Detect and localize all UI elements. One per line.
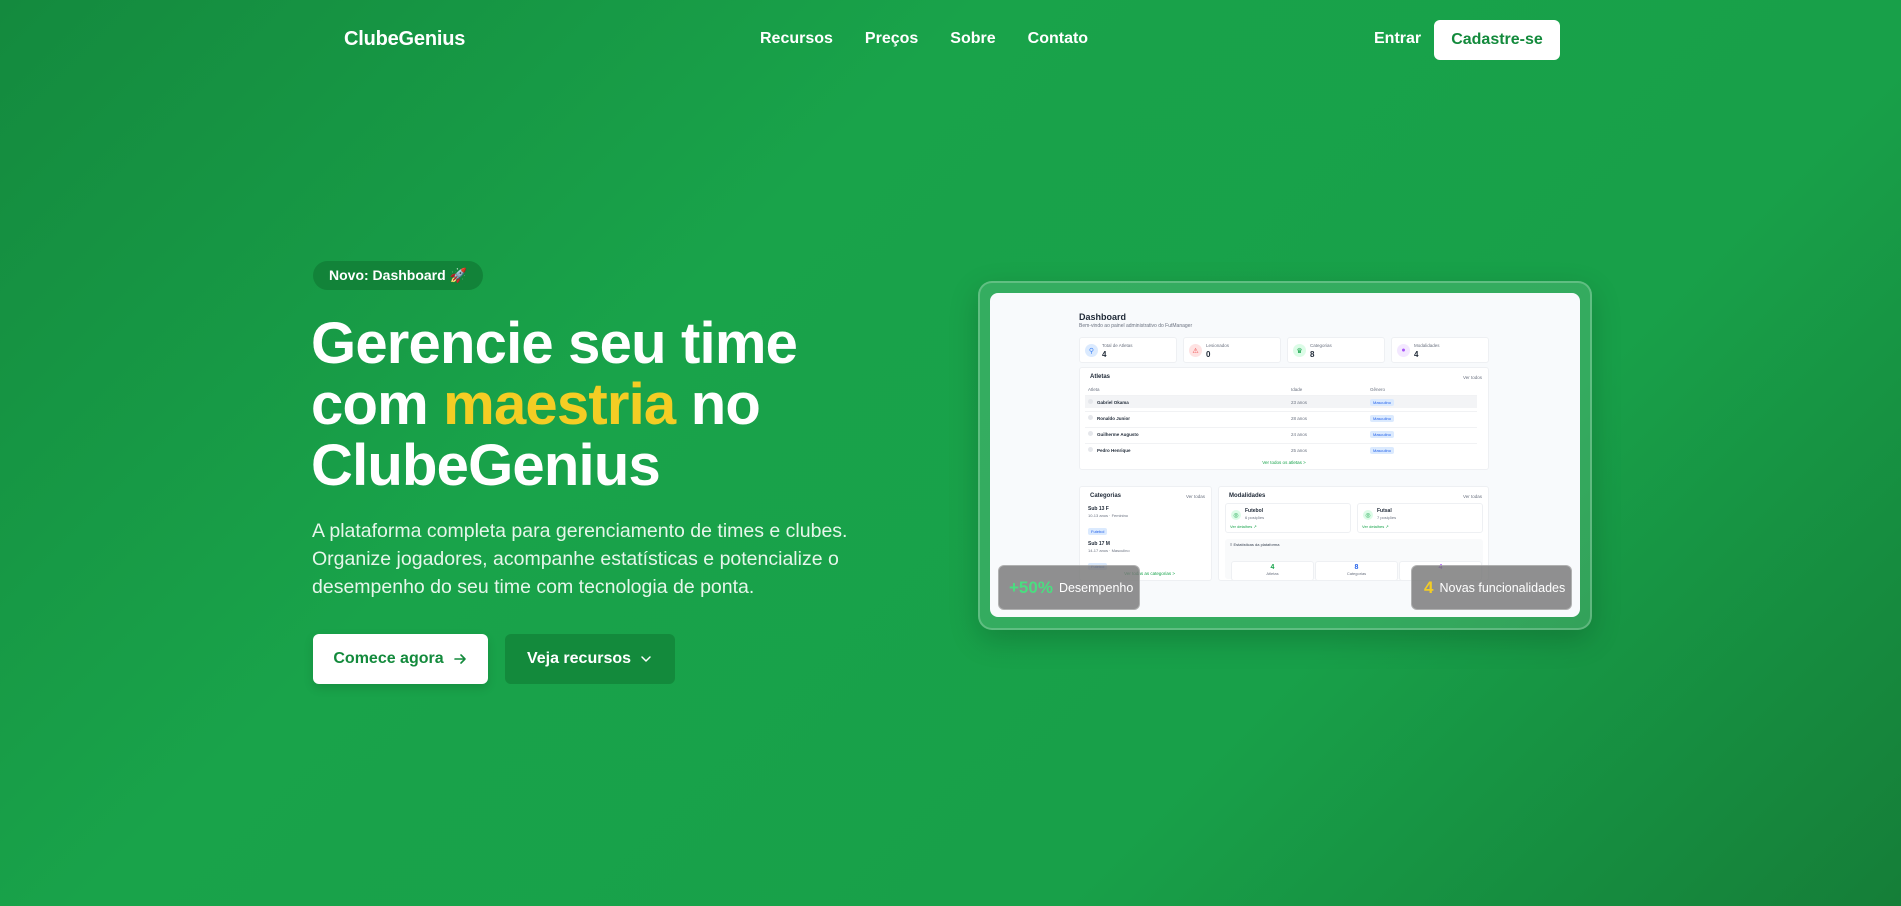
chevron-down-icon — [641, 656, 651, 662]
column-header-athlete: Atleta — [1088, 387, 1100, 392]
table-row[interactable]: Gabriel Okama 23 anos Masculino — [1085, 395, 1477, 408]
modalities-title: Modalidades — [1229, 493, 1266, 499]
signup-button[interactable]: Cadastre-se — [1434, 20, 1560, 60]
avatar — [1088, 431, 1093, 436]
logo[interactable]: ClubeGenius — [344, 28, 465, 51]
ball-icon: ● — [1397, 344, 1410, 357]
modality-card-futebol[interactable]: ◎ Futebol 6 posições Ver detalhes ↗ — [1225, 503, 1351, 533]
badge-label: Novo: Dashboard 🚀 — [329, 267, 467, 283]
stat-value: 4 — [1414, 350, 1419, 359]
athlete-age: 28 anos — [1291, 416, 1308, 421]
hero-headline: Gerencie seu time com maestria no ClubeG… — [311, 313, 871, 496]
user-icon: ⚲ — [1085, 344, 1098, 357]
new-features-value: 4 — [1424, 577, 1434, 597]
table-row[interactable]: Ronaldo Junior 28 anos Masculino — [1085, 411, 1477, 424]
modality-details-link[interactable]: Ver detalhes ↗ — [1230, 524, 1257, 529]
athlete-name: Pedro Henrique — [1097, 448, 1131, 453]
category-tag: Futebol — [1088, 520, 1108, 538]
stat-value: 8 — [1310, 350, 1315, 359]
tag-label: Futebol — [1088, 528, 1108, 535]
headline-accent: maestria — [443, 372, 676, 437]
gender-badge: Masculino — [1370, 447, 1395, 454]
category-name: Sub 17 M — [1088, 541, 1110, 547]
nav-link-precos[interactable]: Preços — [865, 30, 918, 48]
performance-badge: +50% Desempenho — [998, 565, 1140, 610]
modalities-see-all-link[interactable]: Ver todas — [1463, 494, 1482, 499]
categories-title: Categorias — [1090, 493, 1122, 499]
athletes-panel: Atletas Ver todos Atleta Idade Gênero Ga… — [1079, 367, 1489, 470]
hero-subtitle: A plataforma completa para gerenciamento… — [312, 520, 848, 598]
nav-link-recursos[interactable]: Recursos — [760, 30, 833, 48]
modality-name: Futebol — [1245, 508, 1264, 514]
column-header-gender: Gênero — [1370, 387, 1386, 392]
modality-positions: 7 posições — [1377, 515, 1397, 520]
avatar — [1088, 399, 1093, 404]
athlete-age: 24 anos — [1291, 432, 1308, 437]
column-header-age: Idade — [1291, 387, 1303, 392]
ball-icon: ◎ — [1363, 510, 1373, 520]
athletes-see-all-link[interactable]: Ver todos — [1463, 375, 1482, 380]
new-features-badge: 4 Novas funcionalidades — [1411, 565, 1572, 610]
platform-stats-title: ≡ Estatísticas da plataforma — [1230, 542, 1280, 547]
nav-link-contato[interactable]: Contato — [1028, 30, 1088, 48]
avatar — [1088, 447, 1093, 452]
start-now-button[interactable]: Comece agora — [313, 634, 488, 684]
table-row[interactable]: Pedro Henrique 25 anos Masculino — [1085, 443, 1477, 456]
alert-icon: ⚠ — [1189, 344, 1202, 357]
gender-badge: Masculino — [1370, 431, 1395, 438]
stat-card-athletes: ⚲ Total de Atletas 4 — [1079, 337, 1177, 363]
see-features-label: Veja recursos — [526, 650, 632, 667]
ball-icon: ◎ — [1231, 510, 1241, 520]
new-feature-badge: Novo: Dashboard 🚀 — [313, 261, 483, 290]
performance-value: +50% — [1009, 577, 1053, 597]
preview-subtitle: Bem-vindo ao painel administrativo do Fu… — [1079, 323, 1193, 329]
nav-link-sobre[interactable]: Sobre — [950, 30, 995, 48]
platform-stat-value: 8 — [1354, 564, 1359, 571]
platform-stat-athletes: 4 Atletas — [1231, 561, 1314, 581]
stat-value: 0 — [1206, 350, 1211, 359]
category-name: Sub 13 F — [1088, 506, 1109, 512]
category-detail: 14-17 anos · Masculino — [1088, 548, 1130, 553]
athlete-age: 25 anos — [1291, 448, 1308, 453]
login-link[interactable]: Entrar — [1374, 30, 1421, 48]
modality-name: Futsal — [1377, 508, 1392, 514]
modality-positions: 6 posições — [1245, 515, 1265, 520]
stat-card-injured: ⚠ Lesionados 0 — [1183, 337, 1281, 363]
category-detail: 10-13 anos · Feminino — [1088, 513, 1129, 518]
modality-details-link[interactable]: Ver detalhes ↗ — [1362, 524, 1389, 529]
gender-badge: Masculino — [1370, 415, 1395, 422]
preview-title: Dashboard — [1079, 312, 1127, 322]
stat-value: 4 — [1102, 350, 1107, 359]
platform-stat-label: Atletas — [1266, 571, 1279, 576]
categories-see-all-link[interactable]: Ver todas — [1186, 494, 1205, 499]
see-all-athletes-link[interactable]: Ver todos os atletas > — [1080, 460, 1488, 465]
platform-stat-value: 4 — [1270, 564, 1275, 571]
gender-badge: Masculino — [1370, 399, 1395, 406]
avatar — [1088, 415, 1093, 420]
stat-label: Lesionados — [1206, 343, 1230, 348]
see-features-button[interactable]: Veja recursos — [505, 634, 675, 684]
stat-label: Total de Atletas — [1102, 343, 1133, 348]
new-features-label: Novas funcionalidades — [1439, 580, 1566, 595]
athlete-age: 23 anos — [1291, 400, 1308, 405]
table-row[interactable]: Guilherme Augusto 24 anos Masculino — [1085, 427, 1477, 440]
athlete-name: Ronaldo Junior — [1097, 416, 1130, 421]
trophy-icon: ♛ — [1293, 344, 1306, 357]
modality-card-futsal[interactable]: ◎ Futsal 7 posições Ver detalhes ↗ — [1357, 503, 1483, 533]
athlete-name: Gabriel Okama — [1097, 400, 1129, 405]
arrow-right-icon — [453, 654, 466, 664]
athlete-name: Guilherme Augusto — [1097, 432, 1139, 437]
top-navbar: ClubeGenius Recursos Preços Sobre Contat… — [0, 0, 1901, 80]
stat-label: Categorias — [1310, 343, 1332, 348]
stat-card-categories: ♛ Categorias 8 — [1287, 337, 1385, 363]
start-now-label: Comece agora — [333, 650, 444, 667]
platform-stat-label: Categorias — [1346, 571, 1367, 576]
platform-stat-categories: 8 Categorias — [1315, 561, 1398, 581]
nav-links: Recursos Preços Sobre Contato — [760, 30, 1088, 48]
stat-card-modalities: ● Modalidades 4 — [1391, 337, 1489, 363]
performance-label: Desempenho — [1058, 580, 1134, 595]
athletes-title: Atletas — [1090, 374, 1111, 380]
stat-label: Modalidades — [1414, 343, 1440, 348]
